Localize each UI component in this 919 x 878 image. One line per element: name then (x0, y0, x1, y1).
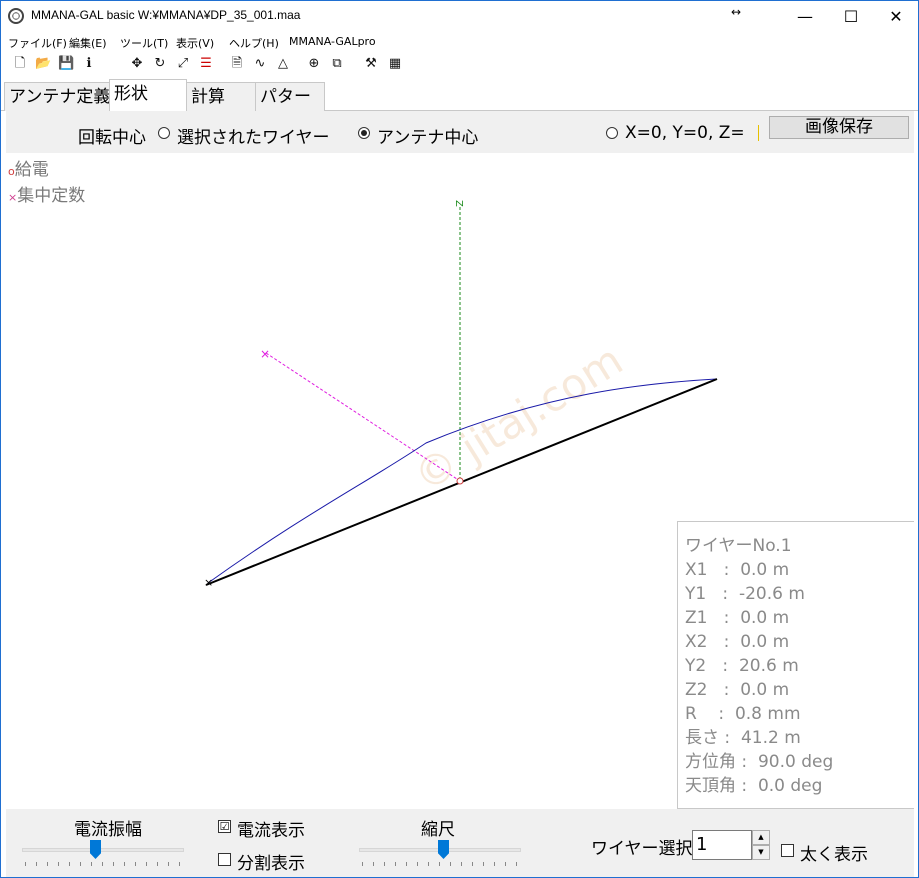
wire-select-input[interactable]: 1 (692, 830, 752, 860)
wire-info-title: ワイヤーNo.1 (685, 536, 792, 556)
radio-antenna-center[interactable] (358, 127, 370, 139)
watermark: © jitaj.com (405, 335, 631, 501)
tab-antenna-definition[interactable]: アンテナ定義 (4, 82, 116, 111)
close-button[interactable]: ✕ (873, 1, 919, 32)
resize-arrows-icon: ↔ (731, 5, 742, 19)
menu-mmana-gal-pro[interactable]: MMANA-GALpro (289, 35, 376, 48)
move-arrows-icon[interactable]: ✥ (129, 56, 145, 72)
show-current-label[interactable]: 電流表示 (237, 816, 305, 841)
spin-up-button[interactable]: ▲ (752, 830, 770, 845)
current-amplitude-ticks (25, 862, 181, 866)
show-segments-checkbox[interactable] (218, 853, 231, 866)
wire-info-z2: Z2 : 0.0 m (685, 680, 790, 700)
open-folder-icon[interactable]: 📂 (35, 56, 51, 72)
curve-icon[interactable]: ∿ (252, 56, 268, 72)
menu-tools[interactable]: ツール(T) (120, 35, 168, 51)
wire-info-x1: X1 : 0.0 m (685, 560, 790, 580)
wires-icon[interactable]: ☰ (198, 56, 214, 72)
menu-file[interactable]: ファイル(F) (8, 35, 67, 51)
feed-point-marker (456, 477, 464, 485)
radio-antenna-center-label[interactable]: アンテナ中心 (377, 123, 478, 148)
bold-display-checkbox[interactable] (781, 844, 794, 857)
shape-canvas[interactable]: o給電 ×集中定数 © jitaj.com Z × × ワイヤーNo.1 X1 … (6, 153, 914, 809)
wire-info-z1: Z1 : 0.0 m (685, 608, 790, 628)
tab-pattern[interactable]: パターン (255, 82, 325, 135)
wire-info-radius: R : 0.8 mm (685, 704, 801, 724)
show-current-checkbox[interactable]: ☑ (218, 820, 231, 833)
wire-info-y1: Y1 : -20.6 m (685, 584, 805, 604)
rotation-center-label: 回転中心 (78, 128, 146, 148)
menu-bar: ファイル(F) 編集(E) ツール(T) 表示(V) ヘルプ(H) MMANA-… (1, 32, 918, 52)
z-axis-label: Z (453, 200, 464, 207)
triangle-icon[interactable]: △ (275, 56, 291, 72)
bottom-controls: 電流振幅 ☑ 電流表示 分割表示 縮尺 ワイヤー選択 1 ▲ ▼ 太く表示 (6, 809, 914, 877)
save-image-button[interactable]: 画像保存 (769, 116, 909, 139)
document-icon[interactable]: 🗎 (229, 56, 245, 72)
toolbar: 🗋 📂 💾 ℹ ✥ ↻ ⤢ ☰ 🗎 ∿ △ ⊕ ⧉ ⚒ ▦ (1, 53, 918, 77)
rotation-center-bar: 回転中心 選択されたワイヤー アンテナ中心 X=0, Y=0, Z= 画像保存 (6, 111, 914, 153)
rotate-icon[interactable]: ↻ (152, 56, 168, 72)
menu-view[interactable]: 表示(V) (176, 35, 214, 51)
radio-origin[interactable] (606, 127, 618, 139)
app-logo-icon[interactable] (8, 8, 24, 24)
current-amplitude-slider[interactable] (22, 838, 184, 868)
app-window: MMANA-GAL basic W:¥MMANA¥DP_35_001.maa ↔… (0, 0, 919, 878)
radio-selected-wire-label[interactable]: 選択されたワイヤー (177, 123, 330, 148)
wire-info-y2: Y2 : 20.6 m (685, 656, 799, 676)
scale-thumb[interactable] (438, 840, 449, 859)
current-amplitude-track (22, 848, 184, 852)
copy-icon[interactable]: ⧉ (329, 56, 345, 72)
radio-origin-label[interactable]: X=0, Y=0, Z= (625, 123, 745, 143)
origin-z-input[interactable] (758, 125, 762, 141)
tools-icon[interactable]: ⚒ (363, 56, 379, 72)
menu-edit[interactable]: 編集(E) (69, 35, 107, 51)
wire-info-x2: X2 : 0.0 m (685, 632, 790, 652)
minimize-button[interactable]: — (782, 1, 828, 32)
bold-display-label[interactable]: 太く表示 (800, 840, 868, 865)
maximize-button[interactable]: ☐ (828, 1, 874, 32)
show-segments-label[interactable]: 分割表示 (237, 849, 305, 874)
x-axis-line (265, 352, 461, 482)
info-icon[interactable]: ℹ (81, 56, 97, 72)
wire-info-panel: ワイヤーNo.1 X1 : 0.0 m Y1 : -20.6 m Z1 : 0.… (677, 521, 914, 809)
current-amplitude-label: 電流振幅 (74, 820, 142, 840)
window-title: MMANA-GAL basic W:¥MMANA¥DP_35_001.maa (31, 8, 301, 22)
spin-down-button[interactable]: ▼ (752, 845, 770, 860)
tab-shape[interactable]: 形状 (109, 79, 187, 112)
new-file-icon[interactable]: 🗋 (12, 56, 28, 72)
tab-calculation[interactable]: 計算 (186, 82, 256, 111)
scale-label: 縮尺 (421, 820, 455, 840)
crosshair-icon[interactable]: ⊕ (306, 56, 322, 72)
x-axis-end-mark: × (260, 347, 270, 361)
wire-select-label: ワイヤー選択 (591, 839, 693, 859)
wire-info-azimuth: 方位角 : 90.0 deg (685, 752, 834, 772)
tab-strip: アンテナ定義 形状 計算 パターン (1, 79, 918, 135)
title-bar[interactable]: MMANA-GAL basic W:¥MMANA¥DP_35_001.maa ↔… (1, 1, 918, 32)
resize-icon[interactable]: ⤢ (175, 56, 191, 72)
current-amplitude-thumb[interactable] (90, 840, 101, 859)
wire-select-spinner: ▲ ▼ (752, 830, 770, 860)
menu-help[interactable]: ヘルプ(H) (229, 35, 279, 51)
scale-slider[interactable] (359, 838, 521, 868)
calculator-icon[interactable]: ▦ (387, 56, 403, 72)
wire-info-length: 長さ : 41.2 m (685, 728, 801, 748)
wire-info-zenith: 天頂角 : 0.0 deg (685, 776, 823, 796)
wire-end-mark: × (204, 576, 213, 589)
radio-selected-wire[interactable] (158, 127, 170, 139)
scale-ticks (362, 862, 518, 866)
save-disk-icon[interactable]: 💾 (58, 56, 74, 72)
